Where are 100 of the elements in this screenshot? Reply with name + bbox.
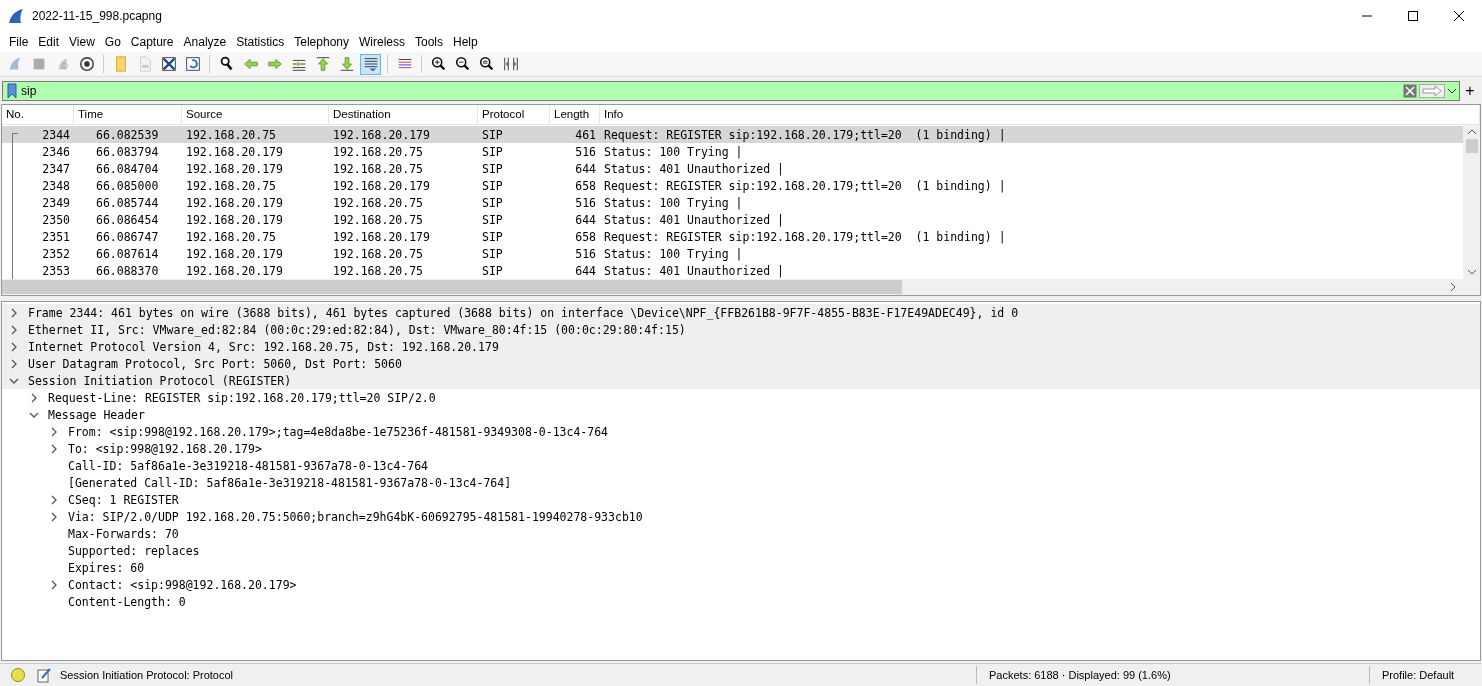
clear-icon[interactable] [1403, 84, 1417, 98]
reload-icon [183, 55, 202, 73]
menu-item[interactable]: Help [448, 34, 483, 49]
table-cell: 192.168.20.179 [186, 263, 283, 278]
table-cell: SIP [482, 212, 503, 227]
packet-row[interactable]: 2346 66.083794 192.168.20.179 192.168.20.75 SIP 516 Status: 100 Trying | [2, 143, 1463, 160]
tree-item[interactable]: Max-Forwards: 70 [68, 526, 179, 541]
table-cell: SIP [482, 161, 503, 176]
table-cell: 2351 [42, 229, 70, 244]
horizontal-scrollbar[interactable] [2, 279, 1480, 295]
table-cell: SIP [482, 246, 503, 261]
tree-item[interactable]: Contact: <sip:998@192.168.20.179> [68, 577, 297, 592]
table-cell: 192.168.20.179 [186, 161, 283, 176]
tree-item[interactable]: Supported: replaces [68, 543, 200, 558]
scrollbar-thumb[interactable] [2, 280, 902, 294]
table-cell: 516 [575, 246, 596, 261]
gear-icon [77, 55, 96, 73]
tree-item[interactable]: Content-Length: 0 [68, 594, 186, 609]
tree-item[interactable]: Session Initiation Protocol (REGISTER) [28, 373, 292, 388]
table-cell: 516 [575, 195, 596, 210]
table-cell: 2346 [42, 144, 70, 159]
table-cell: 2344 [42, 127, 70, 142]
toolbar-button[interactable] [360, 53, 381, 75]
tree-item[interactable]: CSeq: 1 REGISTER [68, 492, 179, 507]
table-cell: 192.168.20.179 [186, 246, 283, 261]
scroll-up-icon[interactable] [1466, 129, 1477, 135]
table-cell: 192.168.20.75 [333, 195, 423, 210]
table-cell: Status: 401 Unauthorized | [604, 263, 784, 278]
packet-row[interactable]: 2349 66.085744 192.168.20.179 192.168.20.75 SIP 516 Status: 100 Trying | [2, 194, 1463, 211]
tree-item[interactable]: [Generated Call-ID: 5af86a1e-3e319218-481581-9367a78-0-13c4-764] [68, 475, 512, 490]
table-cell: 644 [575, 212, 596, 227]
tree-item[interactable]: Via: SIP/2.0/UDP 192.168.20.75:5060;branch=z9hG4bK-60692795-481581-19940278-933cb10 [68, 509, 643, 524]
table-cell: 192.168.20.179 [186, 144, 283, 159]
tree-item[interactable]: Expires: 60 [68, 560, 145, 575]
table-cell: SIP [482, 178, 503, 193]
table-cell: 66.088370 [96, 263, 159, 278]
packet-row[interactable]: 2352 66.087614 192.168.20.179 192.168.20.75 SIP 516 Status: 100 Trying | [2, 245, 1463, 262]
menu-item[interactable]: Edit [33, 34, 65, 49]
status-led-icon[interactable] [10, 667, 26, 683]
table-cell: 192.168.20.75 [186, 127, 276, 142]
column-header[interactable]: No. [2, 105, 74, 124]
table-cell: 2348 [42, 178, 70, 193]
table-cell: 66.086454 [96, 212, 159, 227]
zoom-reset-icon [477, 55, 496, 73]
packet-row[interactable]: 2353 66.088370 192.168.20.179 192.168.20.75 SIP 644 Status: 401 Unauthorized | [2, 262, 1463, 279]
menu-item[interactable]: Wireless [354, 34, 410, 49]
menu-item[interactable]: Go [99, 34, 126, 49]
scroll-down-icon[interactable] [1466, 269, 1477, 275]
table-cell: Request: REGISTER sip:192.168.20.179;ttl=20 (1 binding) | [604, 229, 1006, 244]
tree-item[interactable]: Call-ID: 5af86a1e-3e319218-481581-9367a78-0-13c4-764 [68, 458, 429, 473]
tree-item[interactable]: Message Header [48, 407, 145, 422]
edit-comment-icon[interactable] [36, 667, 52, 683]
table-cell: 2352 [42, 246, 70, 261]
tree-item[interactable]: Request-Line: REGISTER sip:192.168.20.179;ttl=20 SIP/2.0 [48, 390, 436, 405]
profile-text[interactable]: Profile: Default [1370, 669, 1482, 681]
table-cell: 644 [575, 263, 596, 278]
column-header[interactable]: Length [550, 105, 600, 124]
maximize-icon[interactable] [1408, 10, 1418, 21]
table-cell: Status: 100 Trying | [604, 246, 743, 261]
menu-item[interactable]: Tools [410, 34, 448, 49]
column-header[interactable]: Protocol [478, 105, 550, 124]
packet-row[interactable]: 2350 66.086454 192.168.20.179 192.168.20.75 SIP 644 Status: 401 Unauthorized | [2, 211, 1463, 228]
scrollbar-thumb[interactable] [1465, 139, 1478, 153]
table-cell: 192.168.20.75 [333, 246, 423, 261]
table-cell: Status: 100 Trying | [604, 144, 743, 159]
menu-item[interactable]: Telephony [289, 34, 354, 49]
packet-row[interactable]: 2348 66.085000 192.168.20.75 192.168.20.179 SIP 658 Request: REGISTER sip:192.168.20.179;ttl=20 (1 binding) | [2, 177, 1463, 194]
packet-row[interactable]: 2344 66.082539 192.168.20.75 192.168.20.179 SIP 461 Request: REGISTER sip:192.168.20.179;ttl=20 (1 binding) | [2, 126, 1463, 143]
table-cell: 66.082539 [96, 127, 159, 142]
menu-item[interactable]: File [4, 34, 34, 49]
table-cell: 192.168.20.179 [333, 229, 430, 244]
tree-item[interactable]: From: <sip:998@192.168.20.179>;tag=4e8da8be-1e75236f-481581-9349308-0-13c4-764 [68, 424, 609, 439]
right-arrow-icon [265, 55, 284, 73]
menu-item[interactable]: View [64, 34, 100, 49]
zoom-in-icon [429, 55, 448, 73]
menu-item[interactable]: Capture [125, 34, 179, 49]
table-cell: SIP [482, 195, 503, 210]
packet-row[interactable]: 2347 66.084704 192.168.20.179 192.168.20.75 SIP 644 Status: 401 Unauthorized | [2, 160, 1463, 177]
menu-item[interactable]: Analyze [178, 34, 232, 49]
packet-row[interactable]: 2351 66.086747 192.168.20.75 192.168.20.179 SIP 658 Request: REGISTER sip:192.168.20.179;ttl=20 (1 binding) | [2, 228, 1463, 245]
menu-item[interactable]: Statistics [231, 34, 290, 49]
table-cell: 192.168.20.179 [333, 178, 430, 193]
tree-item[interactable]: To: <sip:998@192.168.20.179> [68, 441, 262, 456]
table-cell: 192.168.20.179 [186, 195, 283, 210]
table-cell: 66.083794 [96, 144, 159, 159]
close-icon[interactable] [1454, 10, 1464, 21]
zoom-out-icon [453, 55, 472, 73]
table-cell: Request: REGISTER sip:192.168.20.179;ttl=20 (1 binding) | [604, 127, 1006, 142]
fin-icon [8, 7, 24, 24]
column-header[interactable]: Destination [329, 105, 478, 124]
column-header[interactable]: Source [182, 105, 329, 124]
table-cell: Status: 100 Trying | [604, 195, 743, 210]
column-header[interactable]: Time [74, 105, 182, 124]
table-cell: 658 [575, 178, 596, 193]
add-filter-button[interactable]: + [1460, 82, 1480, 100]
display-filter-field[interactable]: sip [2, 81, 1460, 101]
vertical-scrollbar[interactable] [1463, 125, 1480, 279]
table-cell: Request: REGISTER sip:192.168.20.179;ttl=20 (1 binding) | [604, 178, 1006, 193]
column-header[interactable]: Info [600, 105, 1480, 124]
scroll-right-icon[interactable] [1450, 282, 1456, 292]
